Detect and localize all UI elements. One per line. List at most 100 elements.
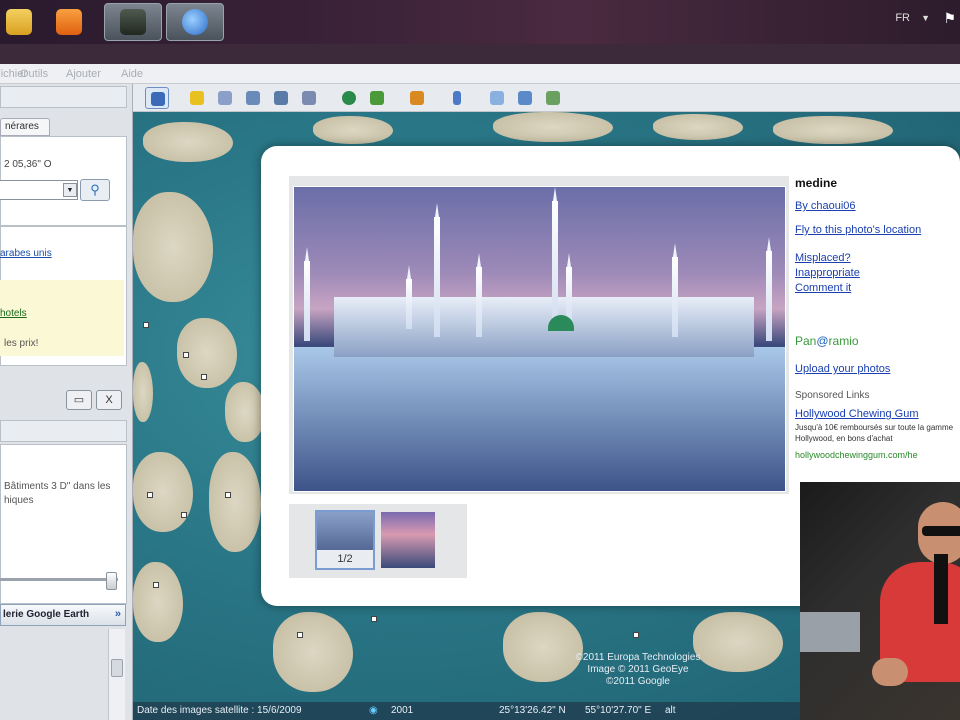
add-placemark-button[interactable] bbox=[185, 87, 209, 109]
planets-button[interactable] bbox=[405, 87, 429, 109]
taskbar-google-earth-button[interactable] bbox=[166, 3, 224, 41]
close-button[interactable]: X bbox=[96, 390, 122, 410]
sidebar-ad-link[interactable]: hotels bbox=[0, 308, 27, 319]
menu-item-add[interactable]: Ajouter bbox=[66, 68, 101, 80]
ruler-button[interactable] bbox=[445, 87, 469, 109]
recorder-icon bbox=[120, 9, 146, 35]
upload-photos-link[interactable]: Upload your photos bbox=[795, 363, 890, 375]
search-input[interactable]: ▼ bbox=[0, 180, 78, 200]
placemark-pin[interactable] bbox=[147, 492, 153, 498]
menu-item-tools[interactable]: Outils bbox=[20, 68, 48, 80]
panoramio-logo-part-1: Pan bbox=[795, 334, 817, 348]
coordinates-text: 2 05,36" O bbox=[4, 159, 52, 170]
placemark-pin[interactable] bbox=[297, 632, 303, 638]
search-panel-header[interactable] bbox=[0, 86, 127, 108]
island bbox=[143, 122, 233, 162]
toggle-sidebar-button[interactable] bbox=[145, 87, 169, 109]
scrollbar-thumb[interactable] bbox=[111, 659, 123, 677]
placemark-pin[interactable] bbox=[225, 492, 231, 498]
author-link[interactable]: By chaoui06 bbox=[795, 200, 856, 212]
panoramio-logo-part-2: @ bbox=[816, 334, 829, 348]
planet-icon bbox=[410, 91, 424, 105]
ad-url[interactable]: hollywoodchewinggum.com/he bbox=[795, 450, 918, 460]
placemark-pin[interactable] bbox=[143, 322, 149, 328]
map-icon bbox=[546, 91, 560, 105]
result-link[interactable]: arabes unis bbox=[0, 248, 52, 259]
sidebar-scrollbar[interactable] bbox=[108, 629, 125, 720]
placemark-pin[interactable] bbox=[153, 582, 159, 588]
copyright-line-3: ©2011 Google bbox=[606, 676, 670, 687]
record-tour-button[interactable] bbox=[297, 87, 321, 109]
misplaced-link[interactable]: Misplaced? bbox=[795, 252, 851, 264]
webcam-background-shelf bbox=[800, 612, 860, 652]
historical-imagery-button[interactable] bbox=[337, 87, 361, 109]
placemark-pin[interactable] bbox=[183, 352, 189, 358]
island bbox=[133, 362, 153, 422]
layers-header[interactable] bbox=[0, 420, 127, 442]
email-button[interactable] bbox=[485, 87, 509, 109]
ad-title-link[interactable]: Hollywood Chewing Gum bbox=[795, 408, 919, 420]
language-indicator[interactable]: FR bbox=[895, 12, 910, 24]
add-overlay-button[interactable] bbox=[269, 87, 293, 109]
window-title-area bbox=[0, 44, 960, 64]
mosque-photo[interactable] bbox=[293, 186, 786, 492]
webcam-person-glasses bbox=[922, 526, 960, 536]
altitude: alt bbox=[665, 705, 676, 716]
dropdown-arrow-icon[interactable]: ▼ bbox=[63, 183, 77, 197]
view-in-maps-button[interactable] bbox=[541, 87, 565, 109]
imagery-date: Date des images satellite : 15/6/2009 bbox=[137, 705, 302, 716]
island bbox=[133, 192, 213, 302]
sunlight-button[interactable] bbox=[365, 87, 389, 109]
photo-frame bbox=[289, 176, 789, 494]
media-player-icon bbox=[56, 9, 82, 35]
placemark-pin[interactable] bbox=[181, 512, 187, 518]
flag-icon[interactable]: ⚑ bbox=[943, 10, 956, 27]
placemark-pin[interactable] bbox=[371, 616, 377, 622]
thumbnail-2[interactable] bbox=[381, 512, 435, 568]
add-polygon-button[interactable] bbox=[213, 87, 237, 109]
menu-item-help[interactable]: Aide bbox=[121, 68, 143, 80]
fly-to-location-link[interactable]: Fly to this photo's location bbox=[795, 224, 921, 236]
thumbnail-1[interactable]: 1/2 bbox=[315, 510, 375, 570]
historical-imagery-icon[interactable]: ◉ bbox=[369, 705, 378, 716]
gallery-button[interactable]: lerie Google Earth » bbox=[0, 604, 126, 626]
island bbox=[209, 452, 261, 552]
webcam-overlay bbox=[800, 482, 960, 720]
chevron-down-icon[interactable]: ▼ bbox=[921, 13, 930, 23]
webcam-person-hand bbox=[872, 658, 908, 686]
sidebar-icon bbox=[151, 92, 165, 106]
comment-link[interactable]: Comment it bbox=[795, 282, 851, 294]
taskbar: FR ▼ ⚑ bbox=[0, 0, 960, 44]
inappropriate-link[interactable]: Inappropriate bbox=[795, 267, 860, 279]
taskbar-media-button[interactable] bbox=[40, 3, 98, 41]
pushpin-icon bbox=[190, 91, 204, 105]
island bbox=[133, 562, 183, 642]
copyright-line-2: Image © 2011 GeoEye bbox=[587, 664, 689, 675]
island bbox=[225, 382, 265, 442]
add-path-button[interactable] bbox=[241, 87, 265, 109]
sponsored-label: Sponsored Links bbox=[795, 390, 870, 401]
taskbar-app-button[interactable] bbox=[104, 3, 162, 41]
folder-icon bbox=[6, 9, 32, 35]
copyright-line-1: ©2011 Europa Technologies bbox=[575, 652, 701, 663]
panoramio-logo[interactable]: Pan@ramio bbox=[795, 334, 859, 348]
opacity-slider-track bbox=[0, 578, 118, 581]
tab-directions[interactable]: nérares bbox=[0, 118, 50, 136]
chevron-right-icon: » bbox=[114, 608, 121, 620]
island bbox=[653, 114, 743, 140]
search-button[interactable]: ⚲ bbox=[80, 179, 110, 201]
panoramio-logo-part-3: ramio bbox=[828, 334, 859, 348]
email-icon bbox=[490, 91, 504, 105]
placemark-pin[interactable] bbox=[633, 632, 639, 638]
minaret bbox=[672, 243, 678, 337]
latitude: 25°13'26.42" N bbox=[499, 705, 566, 716]
island bbox=[493, 112, 613, 142]
print-button[interactable] bbox=[513, 87, 537, 109]
island bbox=[313, 116, 393, 144]
placemark-pin[interactable] bbox=[201, 374, 207, 380]
places-add-button[interactable]: ▭ bbox=[66, 390, 92, 410]
minaret bbox=[434, 203, 440, 337]
sunlight-icon bbox=[370, 91, 384, 105]
sidebar-ad: hotels les prix! bbox=[0, 280, 124, 356]
opacity-slider-handle[interactable] bbox=[106, 572, 117, 590]
